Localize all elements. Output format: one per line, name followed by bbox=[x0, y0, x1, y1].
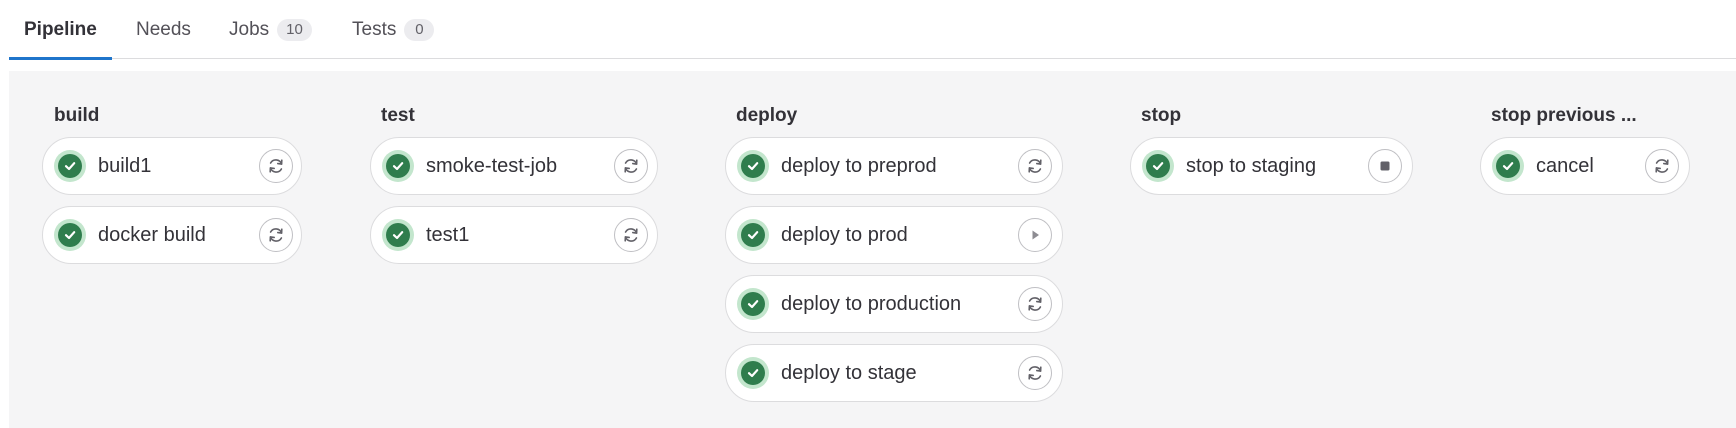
job-name: deploy to preprod bbox=[781, 154, 937, 177]
stop-icon bbox=[1380, 161, 1390, 171]
success-status-icon bbox=[737, 219, 769, 251]
success-status-icon bbox=[382, 219, 414, 251]
job-deploy-to-preprod[interactable]: deploy to preprod bbox=[725, 137, 1063, 195]
success-status-icon bbox=[382, 150, 414, 182]
job-name: deploy to stage bbox=[781, 361, 917, 384]
stage-title: stop previous ... bbox=[1491, 105, 1637, 126]
tab-needs[interactable]: Needs bbox=[136, 0, 191, 59]
success-status-icon bbox=[54, 150, 86, 182]
success-status-icon bbox=[737, 288, 769, 320]
tab-jobs-label: Jobs bbox=[229, 18, 270, 40]
job-cancel[interactable]: cancel bbox=[1480, 137, 1690, 195]
retry-icon bbox=[1028, 366, 1042, 380]
job-build1[interactable]: build1 bbox=[42, 137, 302, 195]
success-status-icon bbox=[737, 150, 769, 182]
success-status-icon bbox=[1492, 150, 1524, 182]
retry-icon bbox=[269, 228, 283, 242]
retry-button[interactable] bbox=[1018, 287, 1052, 321]
stage-title: build bbox=[54, 105, 100, 126]
job-test1[interactable]: test1 bbox=[370, 206, 658, 264]
job-name: deploy to production bbox=[781, 292, 962, 315]
success-status-icon bbox=[1142, 150, 1174, 182]
job-name: deploy to prod bbox=[781, 223, 908, 246]
retry-icon bbox=[1028, 297, 1042, 311]
tests-count-badge: 0 bbox=[404, 18, 435, 41]
success-status-icon bbox=[737, 357, 769, 389]
job-docker-build[interactable]: docker build bbox=[42, 206, 302, 264]
retry-button[interactable] bbox=[614, 149, 648, 183]
retry-icon bbox=[624, 228, 638, 242]
tab-needs-label: Needs bbox=[136, 18, 191, 40]
success-status-icon bbox=[54, 219, 86, 251]
tab-pipeline-label: Pipeline bbox=[24, 18, 97, 40]
job-name: docker build bbox=[98, 223, 206, 246]
tab-jobs[interactable]: Jobs 10 bbox=[229, 0, 312, 59]
retry-button[interactable] bbox=[614, 218, 648, 252]
retry-button[interactable] bbox=[1645, 149, 1679, 183]
retry-icon bbox=[269, 159, 283, 173]
job-name: test1 bbox=[426, 223, 470, 246]
tab-tests[interactable]: Tests 0 bbox=[352, 0, 435, 59]
retry-icon bbox=[624, 159, 638, 173]
pipeline-tabs: Pipeline Needs Jobs 10 Tests 0 bbox=[9, 0, 1736, 60]
retry-button[interactable] bbox=[259, 149, 293, 183]
retry-button[interactable] bbox=[259, 218, 293, 252]
stage-title: stop bbox=[1141, 105, 1182, 126]
retry-button[interactable] bbox=[1018, 356, 1052, 390]
jobs-count-badge: 10 bbox=[277, 18, 312, 41]
stage-title: test bbox=[381, 105, 415, 126]
stage-title: deploy bbox=[736, 105, 798, 126]
job-deploy-to-prod[interactable]: deploy to prod bbox=[725, 206, 1063, 264]
job-name: build1 bbox=[98, 154, 152, 177]
tab-pipeline[interactable]: Pipeline bbox=[9, 0, 112, 60]
job-deploy-to-production[interactable]: deploy to production bbox=[725, 275, 1063, 333]
play-icon bbox=[1032, 230, 1039, 240]
stop-button[interactable] bbox=[1368, 149, 1402, 183]
retry-icon bbox=[1655, 159, 1669, 173]
job-deploy-to-stage[interactable]: deploy to stage bbox=[725, 344, 1063, 402]
retry-button[interactable] bbox=[1018, 149, 1052, 183]
pipeline-graph: build build1 docker build test smoke-tes… bbox=[9, 71, 1736, 428]
job-name: smoke-test-job bbox=[426, 154, 558, 177]
job-smoke-test-job[interactable]: smoke-test-job bbox=[370, 137, 658, 195]
job-stop-to-staging[interactable]: stop to staging bbox=[1130, 137, 1413, 195]
job-name: cancel bbox=[1536, 154, 1594, 177]
play-button[interactable] bbox=[1018, 218, 1052, 252]
job-name: stop to staging bbox=[1186, 154, 1317, 177]
tab-tests-label: Tests bbox=[352, 18, 397, 40]
retry-icon bbox=[1028, 159, 1042, 173]
